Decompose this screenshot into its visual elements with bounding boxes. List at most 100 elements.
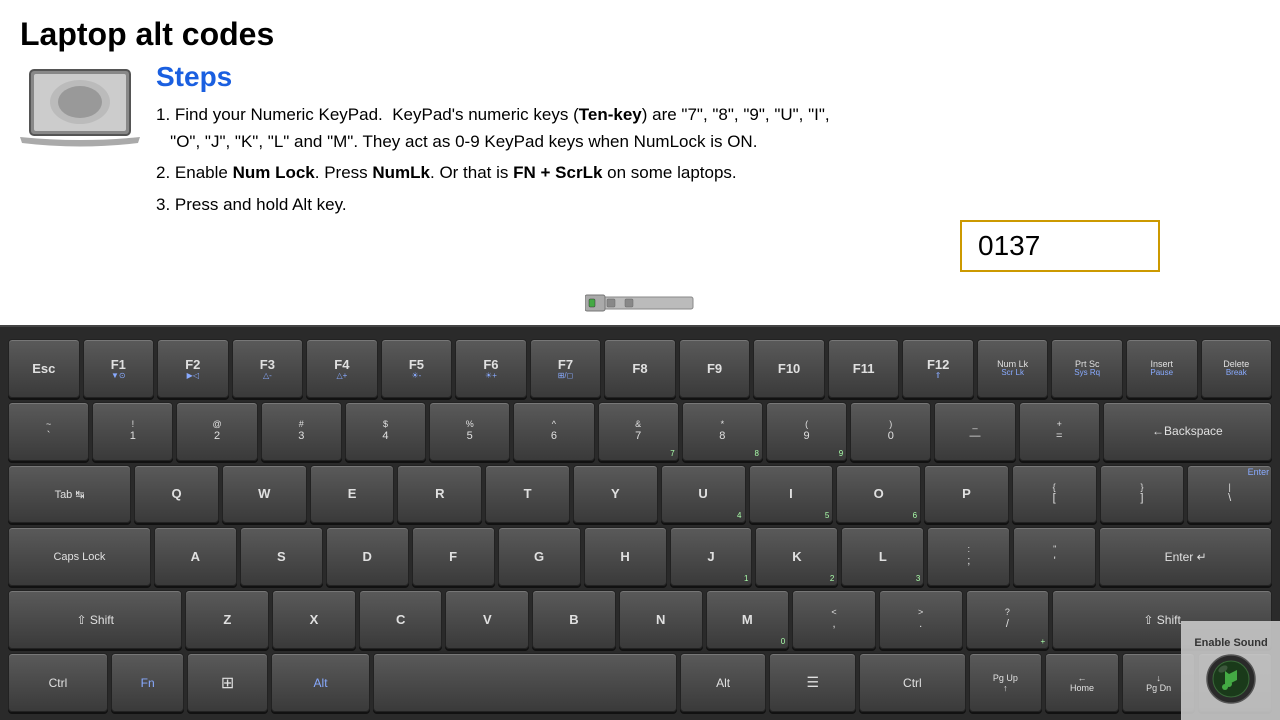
key-f5[interactable]: F5☀-: [381, 339, 453, 398]
key-5[interactable]: %5: [429, 402, 510, 461]
key-equals[interactable]: +=: [1019, 402, 1100, 461]
key-q[interactable]: Q: [134, 465, 219, 524]
key-minus[interactable]: _—: [934, 402, 1015, 461]
key-g[interactable]: G: [498, 527, 581, 586]
key-quote[interactable]: "': [1013, 527, 1096, 586]
steps-container: Steps 1. Find your Numeric KeyPad. KeyPa…: [156, 61, 1260, 222]
key-p[interactable]: P: [924, 465, 1009, 524]
sound-icon: [1205, 653, 1257, 705]
key-esc[interactable]: Esc: [8, 339, 80, 398]
key-delete[interactable]: DeleteBreak: [1201, 339, 1273, 398]
key-f8[interactable]: F8: [604, 339, 676, 398]
qwerty-row: Tab ↹ Q W E R T Y U4 I5 O6 P {[ }] |\Ent…: [8, 465, 1272, 524]
key-s[interactable]: S: [240, 527, 323, 586]
key-8[interactable]: *88: [682, 402, 763, 461]
key-backslash[interactable]: |\Enter: [1187, 465, 1272, 524]
asdf-row: Caps Lock A S D F G H J1 K2 L3 :; "' Ent…: [8, 527, 1272, 586]
key-rbracket[interactable]: }]: [1100, 465, 1185, 524]
key-backspace[interactable]: ←Backspace: [1103, 402, 1272, 461]
key-prtsc[interactable]: Prt ScSys Rq: [1051, 339, 1123, 398]
key-u[interactable]: U4: [661, 465, 746, 524]
key-k[interactable]: K2: [755, 527, 838, 586]
step-1: 1. Find your Numeric KeyPad. KeyPad's nu…: [156, 101, 1260, 155]
key-f[interactable]: F: [412, 527, 495, 586]
key-y[interactable]: Y: [573, 465, 658, 524]
usb-icon: [585, 289, 695, 317]
laptop-icon: [20, 65, 140, 155]
key-numlock[interactable]: Num LkScr Lk: [977, 339, 1049, 398]
key-f4[interactable]: F4△+: [306, 339, 378, 398]
keyboard-inner: Esc F1▼⊙ F2▶◁ F3△- F4△+ F5☀- F6☀+ F7⊞/◻ …: [8, 339, 1272, 712]
key-r[interactable]: R: [397, 465, 482, 524]
key-shift-left[interactable]: ⇧ Shift: [8, 590, 182, 649]
key-menu[interactable]: ☰: [769, 653, 856, 712]
page-title: Laptop alt codes: [20, 16, 1260, 53]
key-f10[interactable]: F10: [753, 339, 825, 398]
key-l[interactable]: L3: [841, 527, 924, 586]
steps-title: Steps: [156, 61, 1260, 93]
enable-sound-label: Enable Sound: [1194, 637, 1267, 649]
key-space[interactable]: [373, 653, 676, 712]
zxcv-row: ⇧ Shift Z X C V B N M0 <, >. ?/+ ⇧ Shift: [8, 590, 1272, 649]
keyboard-container: Esc F1▼⊙ F2▶◁ F3△- F4△+ F5☀- F6☀+ F7⊞/◻ …: [0, 325, 1280, 720]
key-e[interactable]: E: [310, 465, 395, 524]
key-f3[interactable]: F3△-: [232, 339, 304, 398]
key-n[interactable]: N: [619, 590, 703, 649]
key-9[interactable]: (99: [766, 402, 847, 461]
key-i[interactable]: I5: [749, 465, 834, 524]
key-fn[interactable]: Fn: [111, 653, 185, 712]
key-b[interactable]: B: [532, 590, 616, 649]
key-v[interactable]: V: [445, 590, 529, 649]
key-period[interactable]: >.: [879, 590, 963, 649]
bottom-row: Ctrl Fn ⊞ Alt Alt ☰ Ctrl Pg Up↑ ←Home ↓P…: [8, 653, 1272, 712]
key-insert[interactable]: InsertPause: [1126, 339, 1198, 398]
key-3[interactable]: #3: [261, 402, 342, 461]
usb-dongle-area: [585, 288, 695, 318]
key-f6[interactable]: F6☀+: [455, 339, 527, 398]
key-w[interactable]: W: [222, 465, 307, 524]
key-d[interactable]: D: [326, 527, 409, 586]
key-t[interactable]: T: [485, 465, 570, 524]
key-alt-left[interactable]: Alt: [271, 653, 371, 712]
key-ctrl-left[interactable]: Ctrl: [8, 653, 108, 712]
key-c[interactable]: C: [359, 590, 443, 649]
key-tab[interactable]: Tab ↹: [8, 465, 131, 524]
key-j[interactable]: J1: [670, 527, 753, 586]
key-4[interactable]: $4: [345, 402, 426, 461]
key-home[interactable]: ←Home: [1045, 653, 1119, 712]
key-m[interactable]: M0: [706, 590, 790, 649]
key-2[interactable]: @2: [176, 402, 257, 461]
key-h[interactable]: H: [584, 527, 667, 586]
key-a[interactable]: A: [154, 527, 237, 586]
key-enter[interactable]: Enter ↵: [1099, 527, 1272, 586]
key-6[interactable]: ^6: [513, 402, 594, 461]
key-x[interactable]: X: [272, 590, 356, 649]
key-f9[interactable]: F9: [679, 339, 751, 398]
alt-code-input[interactable]: [960, 220, 1160, 272]
key-semicolon[interactable]: :;: [927, 527, 1010, 586]
key-o[interactable]: O6: [836, 465, 921, 524]
key-f7[interactable]: F7⊞/◻: [530, 339, 602, 398]
key-7[interactable]: &77: [598, 402, 679, 461]
key-0[interactable]: )0: [850, 402, 931, 461]
key-capslock[interactable]: Caps Lock: [8, 527, 151, 586]
key-z[interactable]: Z: [185, 590, 269, 649]
number-row: ~` !1 @2 #3 $4 %5 ^6 &77 *88 (99 )0 _— +…: [8, 402, 1272, 461]
key-1[interactable]: !1: [92, 402, 173, 461]
key-pgup[interactable]: Pg Up↑: [969, 653, 1043, 712]
key-slash[interactable]: ?/+: [966, 590, 1050, 649]
key-f2[interactable]: F2▶◁: [157, 339, 229, 398]
content-area: Laptop alt codes Steps 1. Find your Nume…: [0, 0, 1280, 232]
key-alt-right[interactable]: Alt: [680, 653, 767, 712]
key-comma[interactable]: <,: [792, 590, 876, 649]
step-2: 2. Enable Num Lock. Press NumLk. Or that…: [156, 159, 1260, 186]
alt-code-input-wrapper: [960, 220, 1160, 272]
key-backtick[interactable]: ~`: [8, 402, 89, 461]
key-ctrl-right[interactable]: Ctrl: [859, 653, 965, 712]
key-f11[interactable]: F11: [828, 339, 900, 398]
enable-sound-button[interactable]: Enable Sound: [1181, 621, 1280, 720]
key-f12[interactable]: F12⇑: [902, 339, 974, 398]
key-lbracket[interactable]: {[: [1012, 465, 1097, 524]
key-f1[interactable]: F1▼⊙: [83, 339, 155, 398]
key-win[interactable]: ⊞: [187, 653, 267, 712]
